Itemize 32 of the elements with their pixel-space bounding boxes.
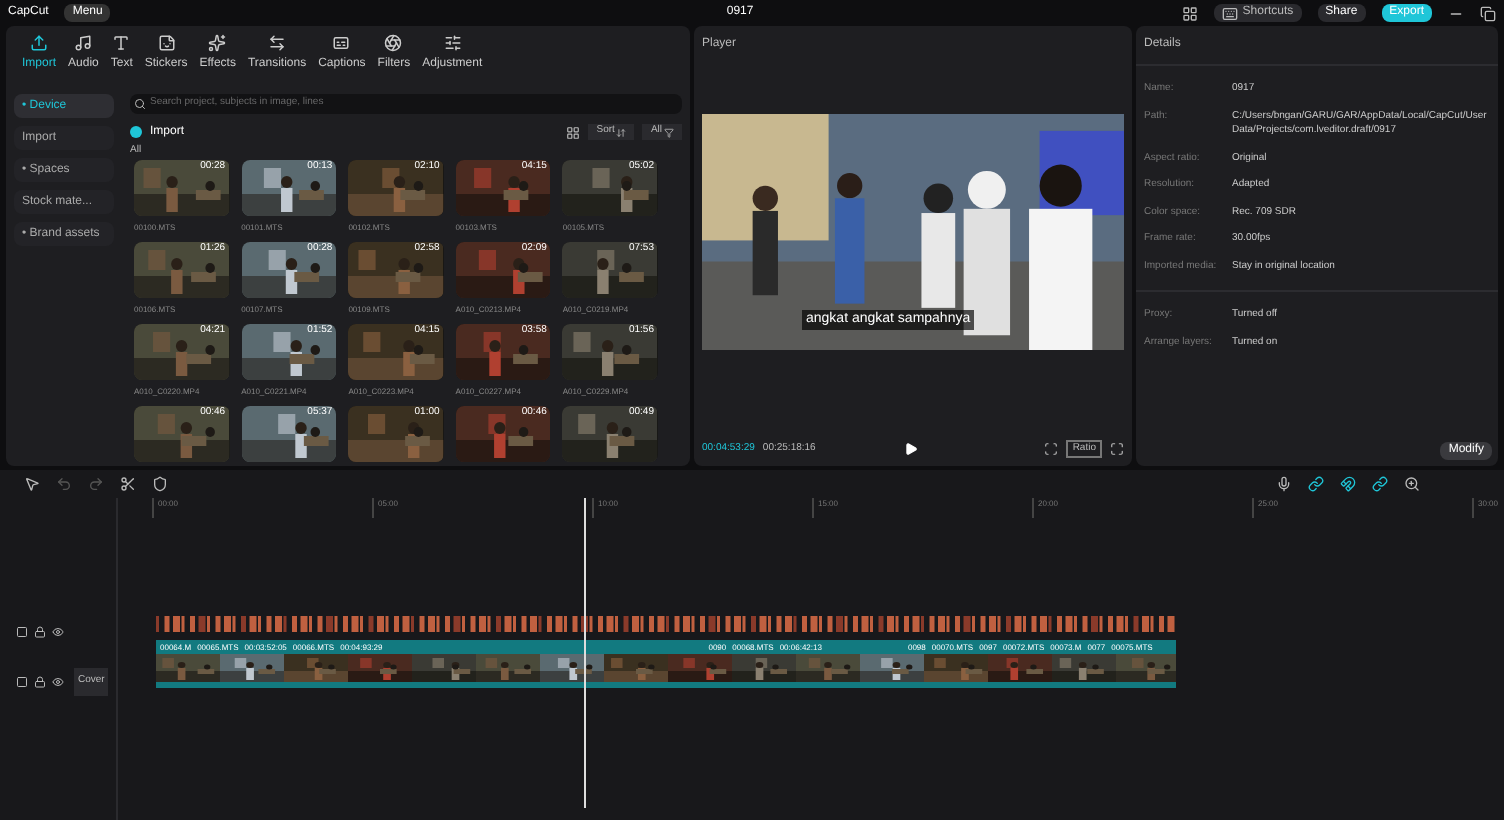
- sparkles-icon: [208, 34, 227, 52]
- sliders-icon: [443, 34, 462, 52]
- lock-icon[interactable]: [34, 626, 46, 638]
- play-icon[interactable]: [903, 441, 918, 456]
- captions-icon: [332, 34, 351, 52]
- aperture-icon: [384, 34, 403, 52]
- filter-icon: [664, 127, 674, 137]
- track-icon[interactable]: [16, 626, 28, 638]
- arrows-icon: [268, 34, 287, 52]
- music-icon: [74, 34, 93, 52]
- lock-icon[interactable]: [34, 676, 46, 688]
- restore-icon[interactable]: [1480, 5, 1496, 21]
- sticker-icon: [157, 34, 176, 52]
- keyboard-icon: [1222, 5, 1239, 21]
- eye-icon[interactable]: [52, 626, 64, 638]
- split-icon[interactable]: [120, 476, 136, 492]
- search-icon: [134, 98, 146, 110]
- shield-icon[interactable]: [152, 476, 168, 492]
- magnet-icon[interactable]: [1340, 476, 1356, 492]
- track-icon[interactable]: [16, 676, 28, 688]
- view-icon[interactable]: [566, 125, 581, 139]
- fullscreen-icon[interactable]: [1110, 441, 1124, 456]
- link-icon[interactable]: [1308, 476, 1324, 492]
- eye-icon[interactable]: [52, 676, 64, 688]
- microphone-icon[interactable]: [1276, 476, 1292, 492]
- zoom-icon[interactable]: [1404, 476, 1420, 492]
- layout-icon[interactable]: [1182, 5, 1199, 21]
- text-icon: [112, 34, 131, 52]
- sort-icon: [616, 127, 627, 137]
- link-icon[interactable]: [1372, 476, 1388, 492]
- cursor-icon[interactable]: [24, 476, 40, 492]
- upload-icon: [30, 34, 48, 52]
